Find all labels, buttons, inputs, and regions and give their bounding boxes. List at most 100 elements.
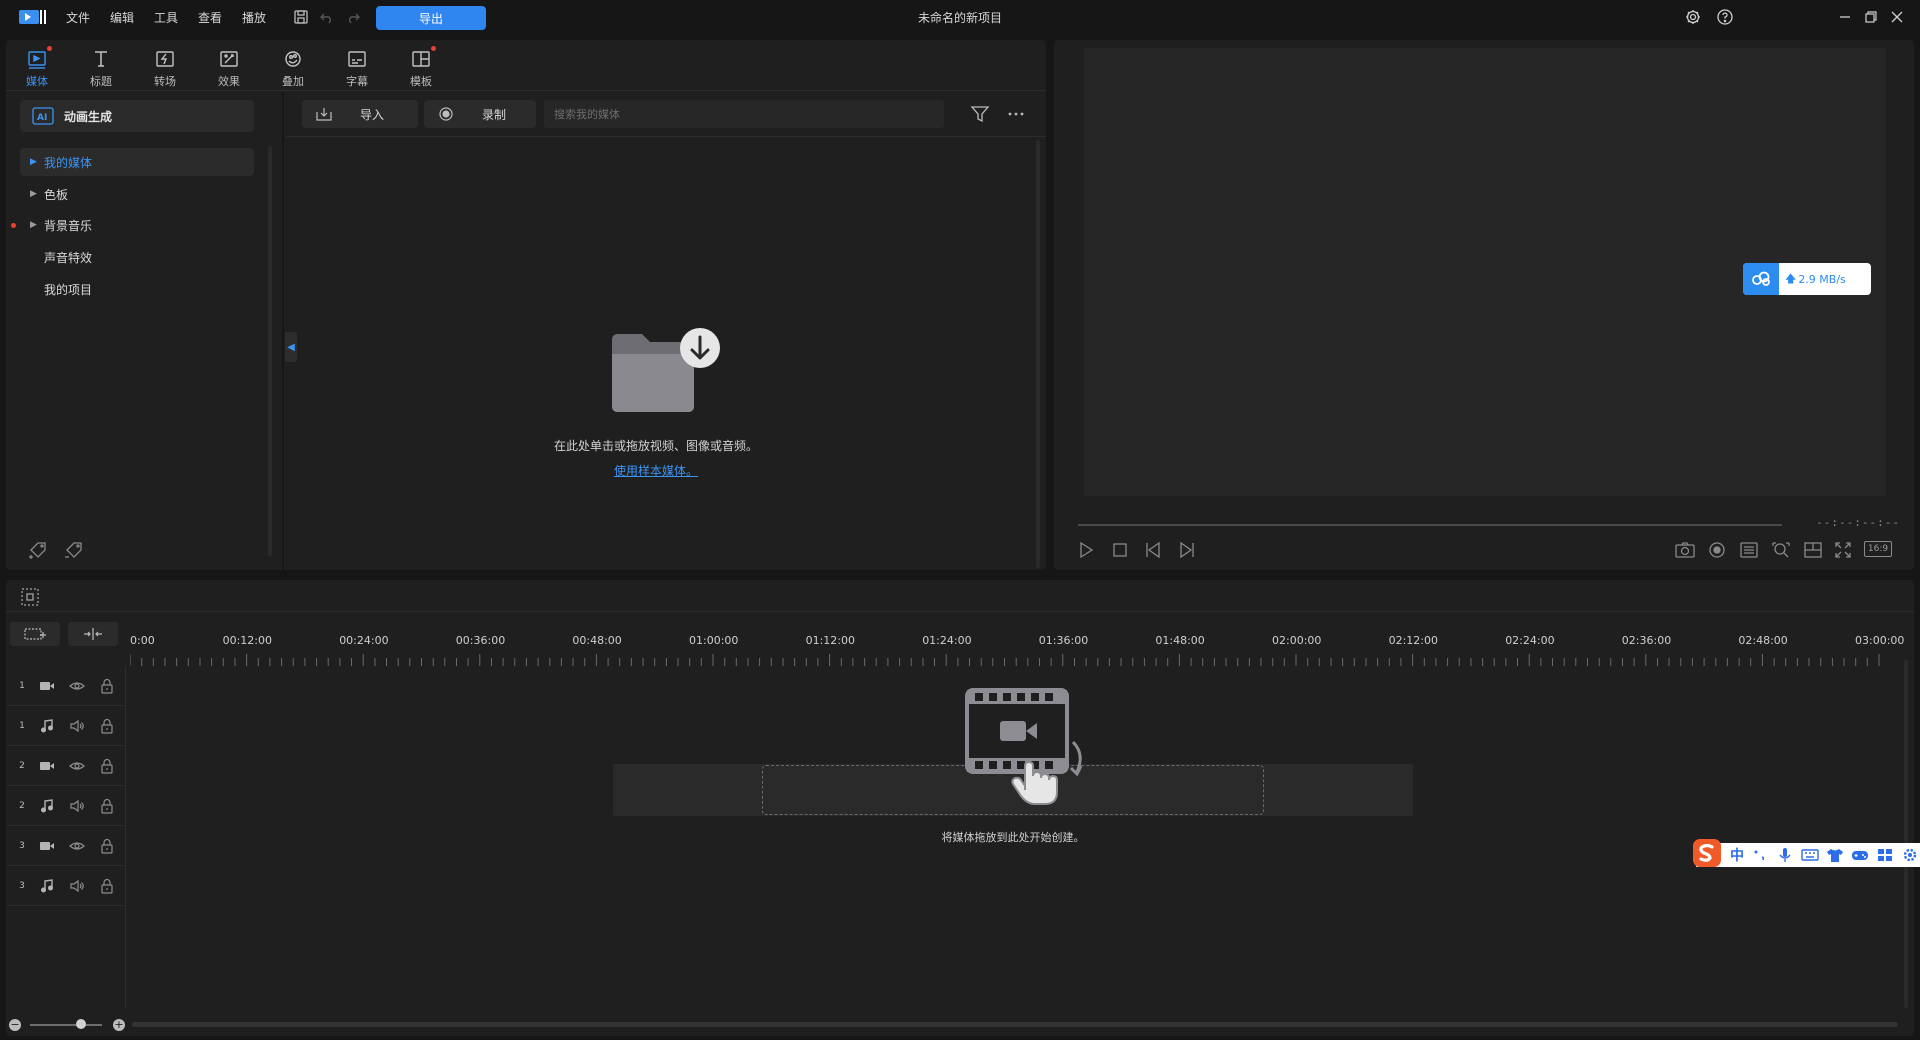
- lock-icon[interactable]: [98, 877, 116, 895]
- tab-subtitle[interactable]: 字幕: [326, 46, 388, 90]
- sogou-ime-logo-icon[interactable]: [1692, 838, 1722, 868]
- settings-gear-icon[interactable]: [1684, 8, 1702, 26]
- use-sample-media-link[interactable]: 使用样本媒体。: [286, 462, 1026, 479]
- ai-animation-button[interactable]: AI 动画生成: [20, 100, 254, 132]
- zoom-preview-icon[interactable]: [1770, 540, 1792, 560]
- lock-icon[interactable]: [98, 757, 116, 775]
- sidebar-item-background-music[interactable]: ▶ 背景音乐: [20, 211, 254, 239]
- menu-edit[interactable]: 编辑: [110, 9, 134, 26]
- sidebar-item-label: 背景音乐: [44, 218, 93, 233]
- help-icon[interactable]: [1716, 8, 1734, 26]
- lock-icon[interactable]: [98, 677, 116, 695]
- import-button[interactable]: 导入: [302, 100, 418, 128]
- title-text-icon: [90, 48, 112, 70]
- lock-icon[interactable]: [98, 797, 116, 815]
- video-track-header[interactable]: 3: [8, 826, 126, 866]
- aspect-ratio-button[interactable]: 16:9: [1864, 541, 1892, 557]
- stop-icon[interactable]: [1110, 540, 1130, 560]
- audio-track-header[interactable]: 2: [8, 786, 126, 826]
- track-number: 2: [19, 760, 25, 771]
- tab-transition[interactable]: 转场: [134, 46, 196, 90]
- close-icon[interactable]: [1888, 8, 1906, 26]
- panel-splitter[interactable]: [282, 92, 284, 570]
- video-track-header[interactable]: 1: [8, 666, 126, 706]
- tab-media[interactable]: 媒体: [6, 46, 68, 90]
- add-track-button[interactable]: [10, 622, 60, 646]
- speaker-mute-icon[interactable]: [68, 717, 86, 735]
- tab-effects[interactable]: 效果: [198, 46, 260, 90]
- record-button[interactable]: 录制: [424, 100, 536, 128]
- play-icon[interactable]: [1076, 540, 1096, 560]
- ime-toolbar[interactable]: 中: [1696, 843, 1920, 867]
- speaker-mute-icon[interactable]: [68, 877, 86, 895]
- save-icon[interactable]: [292, 8, 310, 26]
- export-button[interactable]: 导出: [376, 6, 486, 30]
- tab-media-label: 媒体: [26, 75, 48, 88]
- speaker-mute-icon[interactable]: [68, 797, 86, 815]
- playback-progress-bar[interactable]: [1078, 524, 1782, 526]
- network-speed-badge[interactable]: 🡅 2.9 MB/s: [1743, 263, 1871, 295]
- sidebar-item-my-media[interactable]: ▶ 我的媒体: [20, 148, 254, 176]
- add-tag-icon[interactable]: [28, 540, 50, 560]
- menu-file[interactable]: 文件: [66, 9, 90, 26]
- chevron-right-icon: ▶: [30, 157, 37, 167]
- tab-template[interactable]: 模板: [390, 46, 452, 90]
- zoom-out-icon[interactable]: −: [9, 1019, 21, 1031]
- menu-tools[interactable]: 工具: [154, 9, 178, 26]
- audio-level-icon[interactable]: [1706, 540, 1728, 560]
- track-number: 1: [19, 720, 25, 731]
- more-options-icon[interactable]: [1006, 104, 1026, 124]
- minimize-icon[interactable]: [1836, 8, 1854, 26]
- audio-track-header[interactable]: 3: [8, 866, 126, 906]
- tab-subtitle-label: 字幕: [346, 75, 368, 88]
- search-media-input[interactable]: [544, 100, 944, 128]
- video-track-header[interactable]: 2: [8, 746, 126, 786]
- split-layout-icon[interactable]: [1802, 540, 1824, 560]
- fullscreen-icon[interactable]: [1832, 540, 1854, 560]
- tab-overlay[interactable]: 叠加: [262, 46, 324, 90]
- import-folder-icon[interactable]: [608, 326, 722, 418]
- menu-play[interactable]: 播放: [242, 9, 266, 26]
- audio-track-header[interactable]: 1: [8, 706, 126, 746]
- ime-language-label[interactable]: 中: [1730, 845, 1744, 865]
- zoom-slider-knob[interactable]: [76, 1019, 86, 1029]
- tab-title[interactable]: 标题: [70, 46, 132, 90]
- timeline-horizontal-scrollbar[interactable]: [132, 1022, 1898, 1027]
- zoom-in-icon[interactable]: +: [113, 1019, 125, 1031]
- media-scrollbar[interactable]: [1036, 140, 1040, 568]
- timeline-ruler[interactable]: 0:00 00:12:00 00:24:00 00:36:00 00:48:00 01:0…: [130, 630, 1904, 670]
- zoom-slider-track[interactable]: [30, 1024, 102, 1026]
- lock-icon[interactable]: [98, 717, 116, 735]
- track-number: 3: [19, 840, 25, 851]
- redo-icon[interactable]: [344, 8, 362, 26]
- eye-visibility-icon[interactable]: [68, 757, 86, 775]
- svg-text:AI: AI: [37, 113, 47, 123]
- subtitles-list-icon[interactable]: [1738, 540, 1760, 560]
- filter-icon[interactable]: [970, 104, 990, 124]
- sidebar-item-color-board[interactable]: ▶ 色板: [20, 180, 254, 208]
- undo-icon[interactable]: [318, 8, 336, 26]
- template-icon: [410, 46, 436, 70]
- ime-settings-icon: [1903, 848, 1917, 862]
- sidebar-scrollbar[interactable]: [268, 146, 272, 556]
- timeline-vertical-scrollbar[interactable]: [1904, 660, 1908, 1008]
- remove-tag-icon[interactable]: [64, 540, 86, 560]
- eye-visibility-icon[interactable]: [68, 677, 86, 695]
- menu-view[interactable]: 查看: [198, 9, 222, 26]
- select-area-icon[interactable]: [20, 587, 40, 607]
- restore-icon[interactable]: [1862, 8, 1880, 26]
- eye-visibility-icon[interactable]: [68, 837, 86, 855]
- sidebar-item-my-projects[interactable]: 我的项目: [20, 275, 254, 303]
- next-frame-icon[interactable]: [1176, 540, 1196, 560]
- tab-overlay-label: 叠加: [282, 75, 304, 88]
- snapshot-camera-icon[interactable]: [1674, 540, 1696, 560]
- collapse-sidebar-button[interactable]: ◀: [285, 332, 297, 362]
- title-bar: [0, 0, 1920, 36]
- video-camera-icon: [38, 837, 56, 855]
- import-icon: [316, 108, 332, 121]
- previous-frame-icon[interactable]: [1144, 540, 1164, 560]
- lock-icon[interactable]: [98, 837, 116, 855]
- effects-icon: [218, 48, 240, 70]
- sidebar-item-sound-effects[interactable]: 声音特效: [20, 243, 254, 271]
- split-clip-button[interactable]: [68, 622, 118, 646]
